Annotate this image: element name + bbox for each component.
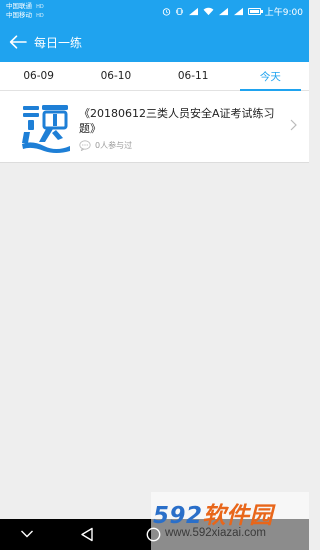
tab-0611[interactable]: 06-11: [155, 62, 232, 90]
chat-bubble-icon: [79, 140, 91, 151]
item-meta: 0人参与过: [79, 140, 284, 151]
question-ti-icon: [22, 105, 70, 153]
tab-today[interactable]: 今天: [232, 62, 309, 91]
signal-icon-2: [233, 7, 243, 15]
date-tabs: 06-09 06-10 06-11 今天: [0, 62, 309, 91]
participants-count: 0人参与过: [95, 141, 133, 150]
list-item[interactable]: 《20180612三类人员安全A证考试练习题》 0人参与过: [0, 91, 309, 163]
back-button[interactable]: [4, 22, 32, 62]
app-bar: 每日一练: [0, 22, 309, 62]
page-title: 每日一练: [34, 35, 83, 50]
carrier-2: 中国移动 HD: [6, 11, 44, 19]
chevron-down-icon[interactable]: [20, 529, 34, 539]
watermark-url: www.592xiazai.com: [165, 527, 266, 539]
carrier-1: 中国联通 HD: [6, 2, 44, 10]
vibrate-icon: [175, 7, 183, 15]
tab-0609[interactable]: 06-09: [0, 62, 77, 90]
status-bar: 中国联通 HD 中国移动 HD 上午9:00: [0, 0, 309, 22]
carrier-info: 中国联通 HD 中国移动 HD: [6, 2, 44, 20]
back-triangle-icon[interactable]: [80, 527, 94, 542]
tab-0610[interactable]: 06-10: [77, 62, 154, 90]
watermark-title: 592软件园: [153, 503, 274, 529]
chevron-right-icon: [290, 119, 297, 131]
item-title: 《20180612三类人员安全A证考试练习题》: [79, 107, 275, 135]
arrow-left-icon: [9, 35, 27, 49]
status-icons: 上午9:00: [162, 4, 303, 18]
status-time: 上午9:00: [264, 7, 303, 18]
exercise-list: 《20180612三类人员安全A证考试练习题》 0人参与过: [0, 91, 309, 163]
hd-signal-icon: [188, 7, 198, 15]
watermark-logo: 592软件园 www.592xiazai.com: [151, 492, 309, 550]
item-body: 《20180612三类人员安全A证考试练习题》 0人参与过: [79, 106, 284, 151]
signal-icon: [218, 7, 228, 15]
alarm-icon: [162, 7, 170, 16]
wifi-icon: [203, 7, 214, 15]
battery-icon: [247, 7, 263, 15]
